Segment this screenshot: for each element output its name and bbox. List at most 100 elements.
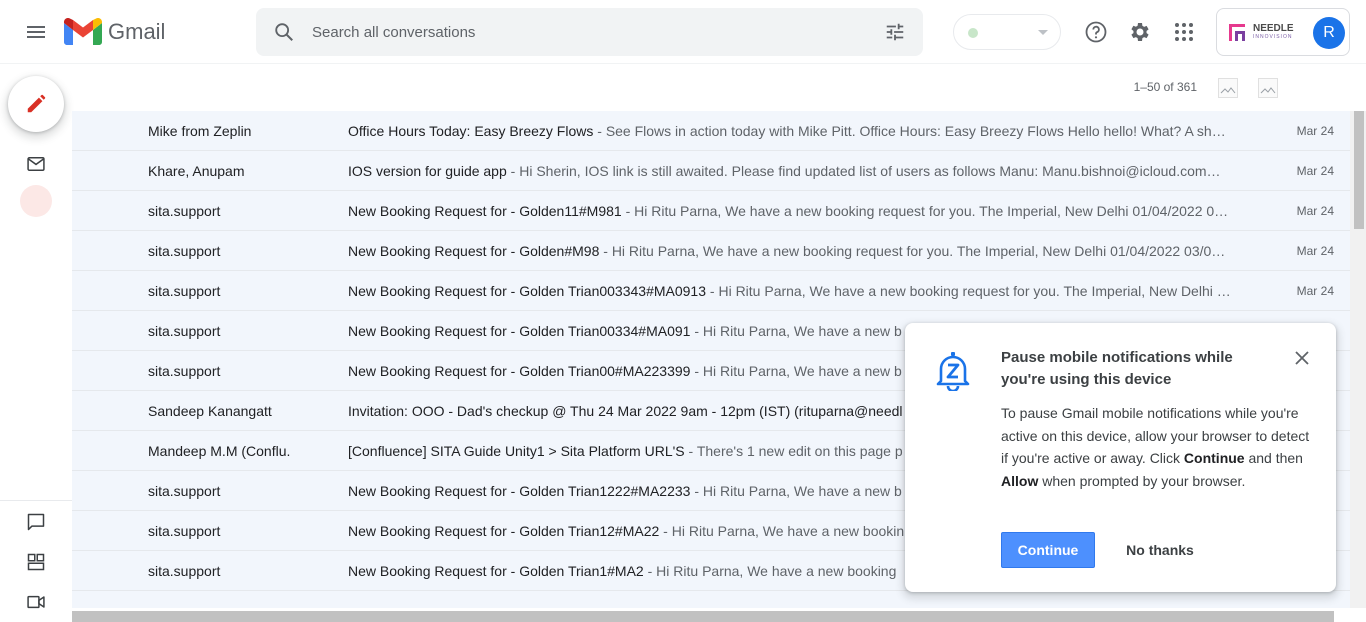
email-sender: sita.support (148, 203, 221, 219)
vertical-scrollbar-thumb[interactable] (1354, 111, 1364, 229)
chevron-down-icon (1038, 30, 1048, 35)
list-toolbar: 1–50 of 361 (72, 64, 1350, 111)
email-snippet: Hi Ritu Parna, We have a new booking (656, 563, 897, 579)
spaces-nav-button[interactable] (20, 546, 52, 578)
dialog-close-button[interactable] (1291, 347, 1313, 369)
bell-snooze-icon (936, 352, 970, 391)
email-subject: IOS version for guide app (348, 163, 507, 179)
email-date: Mar 24 (1296, 124, 1334, 138)
top-header: Gmail NEEDLE INNOVISION (0, 0, 1366, 64)
search-icon (275, 23, 293, 41)
email-subject: New Booking Request for - Golden#M98 (348, 243, 600, 259)
chat-nav-button[interactable] (20, 506, 52, 538)
inbox-indicator[interactable] (20, 185, 52, 217)
apps-button[interactable] (1168, 16, 1200, 48)
org-logo-text: NEEDLE (1253, 23, 1294, 34)
email-snippet: Hi Sherin, IOS link is still awaited. Pl… (519, 163, 1221, 179)
rail-divider (0, 500, 72, 501)
mail-icon (27, 157, 45, 171)
email-subject: New Booking Request for - Golden11#M981 (348, 203, 622, 219)
email-line: New Booking Request for - Golden#M98 - H… (348, 243, 1226, 259)
email-snippet: Hi Ritu Parna, We have a new booking req… (611, 243, 1226, 259)
search-input[interactable] (312, 20, 852, 44)
email-sender: Khare, Anupam (148, 163, 245, 179)
email-snippet: Hi Ritu Parna, We have a new b (702, 323, 902, 339)
spaces-icon (27, 553, 45, 571)
email-row[interactable]: sita.support New Booking Request for - G… (72, 191, 1350, 231)
email-snippet: See Flows in action today with Mike Pitt… (605, 123, 1226, 139)
email-snippet: Hi Ritu Parna, We have a new b (702, 483, 902, 499)
search-button[interactable] (268, 16, 300, 48)
dialog-title: Pause mobile notifications while you're … (1001, 349, 1233, 388)
email-snippet: There's 1 new edit on this page p (696, 443, 903, 459)
email-line: New Booking Request for - Golden Trian00… (348, 283, 1231, 299)
dialog-body-text-2: and then (1244, 450, 1303, 467)
email-sender: sita.support (148, 523, 221, 539)
dialog-body-text-3: when prompted by your browser. (1038, 472, 1246, 489)
dialog-body-allow: Allow (1001, 472, 1039, 489)
no-thanks-button[interactable]: No thanks (1111, 532, 1209, 568)
pencil-icon (27, 94, 46, 113)
status-selector[interactable] (953, 14, 1061, 50)
search-options-button[interactable] (881, 18, 909, 46)
pause-notifications-dialog: Pause mobile notifications while you're … (905, 323, 1336, 592)
org-logo: NEEDLE INNOVISION (1227, 21, 1294, 43)
email-snippet: Hi Ritu Parna, We have a new booking req… (718, 283, 1231, 299)
status-dot-icon (968, 28, 978, 38)
email-sender: sita.support (148, 323, 221, 339)
email-date: Mar 24 (1296, 204, 1334, 218)
chat-icon (27, 513, 45, 531)
email-line: IOS version for guide app - Hi Sherin, I… (348, 163, 1221, 179)
email-snippet: Hi Ritu Parna, We have a new bookin (671, 523, 905, 539)
older-page-button[interactable] (1258, 78, 1278, 98)
account-switcher[interactable]: NEEDLE INNOVISION R (1216, 8, 1350, 56)
email-row[interactable]: sita.support New Booking Request for - G… (72, 231, 1350, 271)
vertical-scrollbar[interactable] (1350, 111, 1366, 608)
broken-image-icon (1260, 87, 1276, 94)
email-row[interactable]: sita.support New Booking Request for - G… (72, 271, 1350, 311)
org-logo-subtext: INNOVISION (1253, 34, 1293, 40)
apps-grid-icon (1175, 23, 1193, 41)
mail-nav-button[interactable] (20, 148, 52, 180)
support-button[interactable] (1080, 16, 1112, 48)
close-icon (1295, 351, 1309, 365)
email-sender: sita.support (148, 283, 221, 299)
email-date: Mar 24 (1296, 164, 1334, 178)
gear-icon (1131, 23, 1149, 41)
email-date: Mar 24 (1296, 284, 1334, 298)
email-subject: Invitation: OOO - Dad's checkup @ Thu 24… (348, 403, 903, 419)
email-sender: Mike from Zeplin (148, 123, 252, 139)
needle-logo-icon (1229, 24, 1245, 41)
gmail-logo[interactable]: Gmail (64, 16, 165, 48)
hamburger-icon (27, 26, 45, 38)
email-subject: New Booking Request for - Golden Trian1#… (348, 563, 644, 579)
email-sender: Sandeep Kanangatt (148, 403, 272, 419)
compose-button[interactable] (8, 76, 64, 132)
email-line: Office Hours Today: Easy Breezy Flows - … (348, 123, 1226, 139)
newer-page-button[interactable] (1218, 78, 1238, 98)
continue-button[interactable]: Continue (1001, 532, 1095, 568)
email-row[interactable]: Mike from Zeplin Office Hours Today: Eas… (72, 111, 1350, 151)
tune-icon (886, 23, 904, 41)
email-row-partial[interactable] (72, 591, 1350, 608)
horizontal-scrollbar[interactable] (72, 611, 1334, 622)
pagination-range: 1–50 of 361 (1133, 80, 1197, 94)
app-name: Gmail (108, 19, 166, 44)
main-menu-button[interactable] (16, 12, 56, 52)
email-sender: Mandeep M.M (Conflu. (148, 443, 291, 459)
email-subject: New Booking Request for - Golden Trian00… (348, 283, 706, 299)
help-icon (1085, 21, 1107, 43)
email-subject: New Booking Request for - Golden Trian00… (348, 323, 691, 339)
email-subject: New Booking Request for - Golden Trian00… (348, 363, 691, 379)
email-sender: sita.support (148, 243, 221, 259)
email-line: New Booking Request for - Golden11#M981 … (348, 203, 1229, 219)
email-subject: New Booking Request for - Golden Trian12… (348, 523, 660, 539)
meet-nav-button[interactable] (20, 586, 52, 618)
settings-button[interactable] (1124, 16, 1156, 48)
search-bar[interactable] (256, 8, 923, 56)
video-camera-icon (27, 595, 45, 609)
email-sender: sita.support (148, 363, 221, 379)
email-snippet: Hi Ritu Parna, We have a new b (702, 363, 902, 379)
avatar[interactable]: R (1313, 17, 1345, 49)
email-row[interactable]: Khare, Anupam IOS version for guide app … (72, 151, 1350, 191)
